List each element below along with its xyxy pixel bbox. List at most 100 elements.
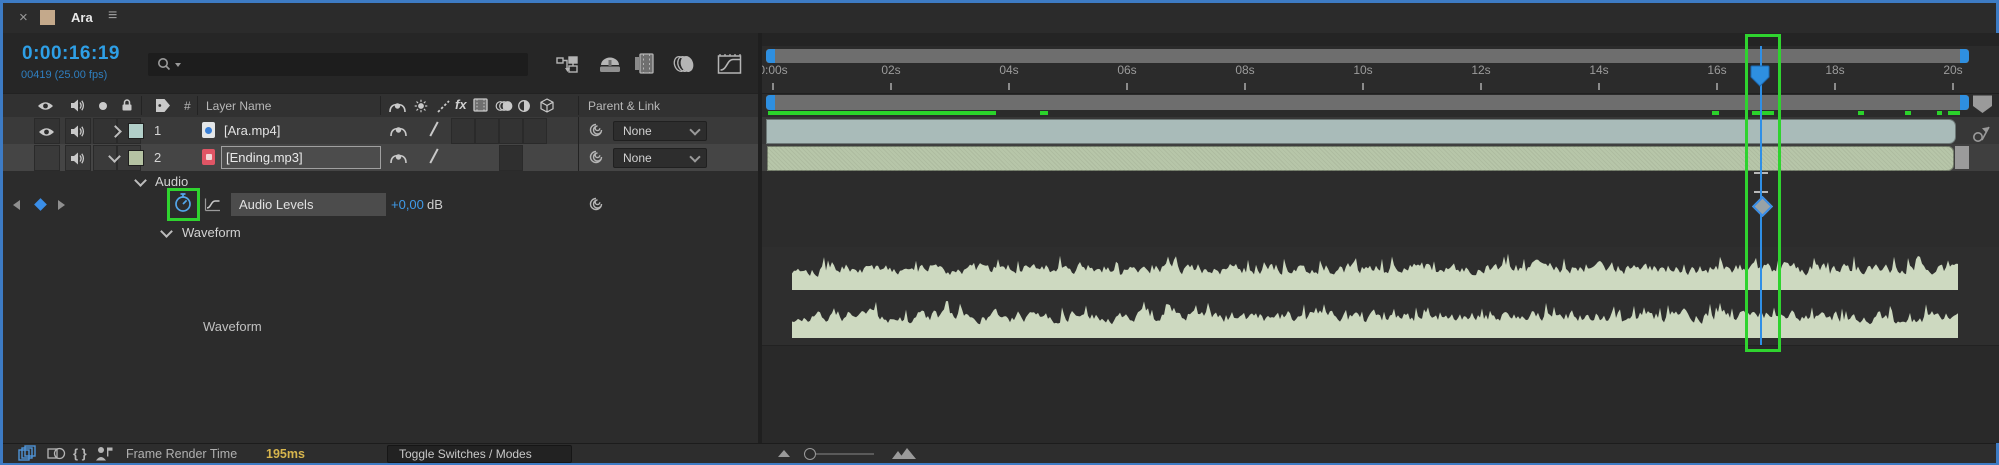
collapse-transformations-column-icon[interactable] xyxy=(414,99,428,118)
lock-column-icon[interactable] xyxy=(121,98,133,117)
parent-dropdown-value: None xyxy=(623,151,652,165)
audio-column-icon[interactable] xyxy=(70,99,85,117)
search-input[interactable] xyxy=(148,53,528,76)
audio-switch-cell[interactable] xyxy=(65,145,91,171)
search-icon[interactable] xyxy=(156,57,174,77)
layer-switches-pane-icon[interactable] xyxy=(18,445,37,465)
tab-title[interactable]: Ara xyxy=(71,10,93,25)
adjustment-layer-column-icon[interactable] xyxy=(517,99,531,118)
switch-cell[interactable] xyxy=(523,118,547,144)
toggle-switches-modes-button[interactable]: Toggle Switches / Modes xyxy=(387,445,572,463)
motion-blur-column-icon[interactable] xyxy=(495,99,513,118)
property-pickwhip-icon[interactable] xyxy=(588,196,604,217)
panel-menu-icon[interactable]: ≡ xyxy=(108,7,117,25)
switch-cell[interactable] xyxy=(451,118,475,144)
include-in-graph-editor-icon[interactable] xyxy=(204,197,221,217)
column-divider xyxy=(380,96,381,115)
property-label-box[interactable]: Audio Levels xyxy=(231,193,386,216)
search-options-caret-icon[interactable] xyxy=(175,63,181,70)
index-column-header[interactable]: # xyxy=(184,99,191,113)
audio-levels-unit: dB xyxy=(427,197,443,212)
comp-color-swatch xyxy=(40,10,55,25)
waveform-channel-left xyxy=(792,253,1958,290)
parent-link-column-header[interactable]: Parent & Link xyxy=(588,99,660,113)
transfer-controls-pane-icon[interactable] xyxy=(47,446,66,465)
zoom-in-icon[interactable] xyxy=(891,447,917,465)
stopwatch-highlight-box xyxy=(167,188,200,221)
collapse-group-chevron-icon[interactable] xyxy=(134,174,147,187)
layer-row-2[interactable]: 2 [Ending.mp3] None xyxy=(3,144,758,172)
comp-flag-icon[interactable] xyxy=(1971,123,1993,148)
shy-column-icon[interactable] xyxy=(389,100,406,118)
zoom-slider-knob[interactable] xyxy=(804,448,816,460)
layer-name[interactable]: [Ara.mp4] xyxy=(224,123,280,138)
previous-keyframe-icon[interactable] xyxy=(13,200,20,210)
graph-editor-icon[interactable] xyxy=(717,53,743,80)
collapse-group-chevron-icon[interactable] xyxy=(160,225,173,238)
speaker-icon[interactable] xyxy=(70,152,85,170)
shy-switch-icon[interactable] xyxy=(390,124,407,142)
parent-dropdown[interactable]: None xyxy=(613,148,707,168)
layer-name-edit-box[interactable]: [Ending.mp3] xyxy=(221,146,381,169)
frame-blend-column-icon[interactable] xyxy=(473,98,488,117)
parent-pickwhip-icon[interactable] xyxy=(588,122,604,143)
video-switch-cell[interactable] xyxy=(34,145,60,171)
solo-column-icon[interactable] xyxy=(99,102,107,110)
speaker-icon[interactable] xyxy=(70,125,85,143)
column-divider xyxy=(578,117,579,144)
frame-blending-icon[interactable] xyxy=(634,53,655,79)
switch-cell[interactable] xyxy=(499,145,523,171)
audio-group-label[interactable]: Audio xyxy=(155,174,188,189)
column-divider xyxy=(578,144,579,171)
in-out-panes-icon[interactable]: { } xyxy=(73,446,87,461)
stopwatch-icon[interactable] xyxy=(173,192,194,219)
video-switch-cell[interactable] xyxy=(34,118,60,144)
timeline-area: 0:00s02s04s06s08s10s12s14s16s18s20s xyxy=(762,0,1999,465)
cached-frames-segment xyxy=(1040,111,1048,115)
render-time-person-icon[interactable] xyxy=(95,446,114,465)
parent-pickwhip-icon[interactable] xyxy=(588,149,604,170)
cached-frames-segment xyxy=(1948,111,1960,115)
layer-name[interactable]: [Ending.mp3] xyxy=(226,150,303,165)
draft-3d-icon[interactable] xyxy=(598,55,622,79)
audio-levels-row[interactable]: Audio Levels +0,00 dB xyxy=(3,188,758,221)
next-keyframe-icon[interactable] xyxy=(58,200,65,210)
column-divider xyxy=(141,96,142,115)
video-visibility-column-icon[interactable] xyxy=(37,99,54,117)
label-column-icon[interactable] xyxy=(155,98,171,118)
shy-switch-icon[interactable] xyxy=(390,151,407,169)
switch-cell[interactable] xyxy=(475,118,499,144)
quality-switch-icon[interactable] xyxy=(429,121,439,137)
layer-row-1[interactable]: 1 [Ara.mp4] None xyxy=(3,117,758,145)
effects-column-icon[interactable]: fx xyxy=(455,97,467,112)
audio-group-row[interactable]: Audio xyxy=(3,171,758,191)
waveform-channel-right xyxy=(792,301,1958,338)
layer-color-swatch[interactable] xyxy=(128,150,144,166)
layer-color-swatch[interactable] xyxy=(128,123,144,139)
layer-2-out-handle[interactable] xyxy=(1955,146,1969,169)
waveform-group-row[interactable]: Waveform xyxy=(3,219,758,247)
3d-layer-column-icon[interactable] xyxy=(540,98,554,118)
motion-blur-icon[interactable] xyxy=(672,55,695,78)
zoom-out-icon[interactable] xyxy=(778,450,790,457)
eye-icon[interactable] xyxy=(38,125,55,143)
quality-column-icon[interactable] xyxy=(437,100,450,118)
comp-marker-bin-icon[interactable] xyxy=(1971,94,1994,119)
waveform-group-label[interactable]: Waveform xyxy=(182,225,241,240)
quality-switch-icon[interactable] xyxy=(429,148,439,164)
parent-dropdown[interactable]: None xyxy=(613,121,707,141)
layer-name-column-header[interactable]: Layer Name xyxy=(206,99,271,113)
chevron-down-icon xyxy=(689,151,701,163)
switch-cell[interactable] xyxy=(499,118,523,144)
column-header-row: # Layer Name fx Parent & Link xyxy=(3,93,758,118)
keyframe-toggle-diamond-icon[interactable] xyxy=(34,198,47,211)
audio-levels-label[interactable]: Audio Levels xyxy=(239,197,313,212)
close-icon[interactable]: × xyxy=(19,9,28,26)
video-file-icon xyxy=(202,122,215,138)
audio-switch-cell[interactable] xyxy=(65,118,91,144)
audio-levels-value[interactable]: +0,00 xyxy=(391,197,424,212)
waveform-property-label[interactable]: Waveform xyxy=(203,319,262,334)
current-time-display[interactable]: 0:00:16:19 xyxy=(22,43,120,65)
comp-flowchart-icon[interactable] xyxy=(556,55,580,80)
frame-render-time-label: Frame Render Time xyxy=(126,447,238,461)
